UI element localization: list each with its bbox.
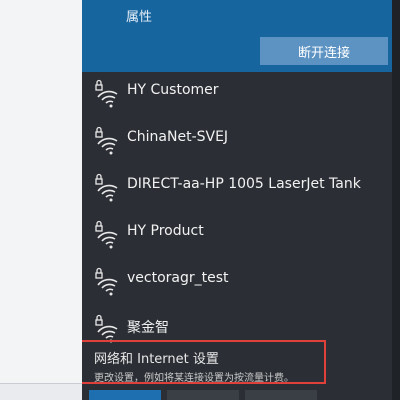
network-name: ChinaNet-SVEJ [127,129,229,145]
quick-action-tile[interactable] [89,390,161,400]
network-settings-link[interactable]: 网络和 Internet 设置 更改设置，例如将某连接设置为按流量计费。 [82,336,392,386]
quick-action-tile[interactable] [167,390,239,400]
network-name: HY Product [127,223,204,239]
network-item[interactable]: ChinaNet-SVEJ [82,119,392,166]
network-name: DIRECT-aa-HP 1005 LaserJet Tank [127,176,361,192]
taskbar-area [0,384,82,400]
wifi-secured-icon [95,126,118,155]
network-name: HY Customer [127,82,219,98]
background-window [0,0,82,400]
network-flyout: 属性 断开连接 HY Customer ChinaNet-SVEJ DIRECT… [82,0,400,400]
network-name: vectoragr_test [127,270,229,286]
network-item[interactable]: HY Product [82,213,392,260]
network-name: 聚金智 [127,320,169,336]
network-item[interactable]: HY Customer [82,72,392,119]
wifi-secured-icon [95,173,118,202]
properties-link[interactable]: 属性 [126,6,152,25]
scrollbar-track[interactable] [392,0,400,400]
connected-network-section: 属性 断开连接 [82,0,392,72]
network-list: HY Customer ChinaNet-SVEJ DIRECT-aa-HP 1… [82,72,392,354]
highlight-box [82,340,326,384]
network-item[interactable]: DIRECT-aa-HP 1005 LaserJet Tank [82,166,392,213]
wifi-secured-icon [95,79,118,108]
disconnect-button[interactable]: 断开连接 [260,37,388,65]
network-item[interactable]: vectoragr_test [82,260,392,307]
wifi-secured-icon [95,267,118,296]
quick-action-tile[interactable] [245,390,317,400]
wifi-secured-icon [95,220,118,249]
